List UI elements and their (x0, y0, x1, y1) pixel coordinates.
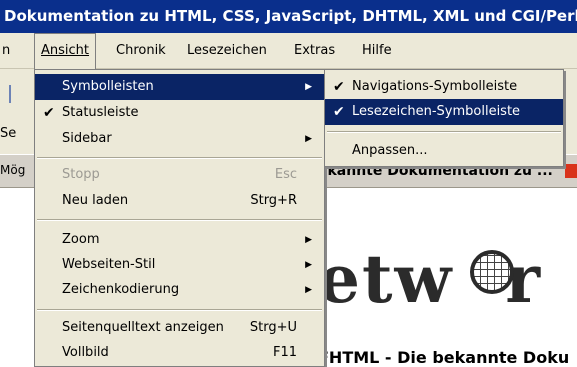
menu-item-shortcut: Esc (274, 167, 297, 182)
menu-item-zoom[interactable]: Zoom ▶ (35, 227, 324, 253)
tab-close-icon[interactable] (565, 164, 577, 178)
menu-item-label: Zoom (62, 232, 100, 247)
menu-item-stopp: Stopp Esc (35, 162, 324, 188)
menu-item-vollbild[interactable]: Vollbild F11 (35, 340, 324, 366)
menu-ansicht[interactable]: Ansicht (34, 33, 97, 69)
menu-item-label: Vollbild (62, 345, 109, 360)
menu-item-label: Zeichenkodierung (62, 282, 180, 297)
globe-logo-icon (470, 250, 514, 294)
toolbars-submenu: ✔ Navigations-Symbolleiste ✔ Lesezeichen… (324, 69, 564, 167)
submenu-item-label: Navigations-Symbolleiste (352, 79, 518, 94)
menu-separator (37, 309, 322, 311)
menu-item-webseiten-stil[interactable]: Webseiten-Stil ▶ (35, 252, 324, 278)
menu-file-fragment[interactable]: n (2, 33, 10, 69)
menu-separator (37, 219, 322, 221)
menu-item-label: Neu laden (62, 193, 129, 208)
check-icon: ✔ (333, 79, 345, 95)
menu-item-shortcut: F11 (272, 345, 297, 360)
menu-item-neu-laden[interactable]: Neu laden Strg+R (35, 188, 324, 214)
menu-item-seitenquelltext[interactable]: Seitenquelltext anzeigen Strg+U (35, 315, 324, 341)
menu-item-label: Stopp (62, 167, 100, 182)
menu-bar: n Ansicht Chronik Lesezeichen Extras Hil… (0, 33, 577, 69)
submenu-arrow-icon: ▶ (305, 82, 312, 92)
menu-lesezeichen-label: Lesezeichen (187, 43, 267, 58)
view-menu: Symbolleisten ▶ ✔ Statusleiste Sidebar ▶… (34, 69, 325, 367)
menu-extras[interactable]: Extras (294, 33, 335, 69)
logo-text: etw (318, 240, 454, 318)
menu-item-statusleiste[interactable]: ✔ Statusleiste (35, 100, 324, 126)
menu-item-symbolleisten[interactable]: Symbolleisten ▶ (35, 74, 324, 100)
menu-item-shortcut: Strg+U (249, 320, 297, 335)
tab-fragment-text[interactable]: Mög (0, 163, 25, 177)
submenu-item-anpassen[interactable]: Anpassen... (325, 138, 563, 164)
submenu-arrow-icon: ▶ (305, 134, 312, 144)
menu-ansicht-label: Ansicht (41, 43, 90, 58)
submenu-item-lesezeichen-symbolleiste[interactable]: ✔ Lesezeichen-Symbolleiste (325, 99, 563, 125)
menu-separator (37, 157, 322, 159)
menu-hilfe[interactable]: Hilfe (362, 33, 392, 69)
submenu-item-label: Anpassen... (352, 143, 428, 158)
menu-item-label: Webseiten-Stil (62, 257, 156, 272)
menu-chronik[interactable]: Chronik (116, 33, 166, 69)
window-title: Dokumentation zu HTML, CSS, JavaScript, … (0, 0, 577, 33)
sidebar-fragment-text: Se (0, 126, 17, 141)
menu-item-zeichenkodierung[interactable]: Zeichenkodierung ▶ (35, 277, 324, 303)
menu-lesezeichen[interactable]: Lesezeichen (187, 33, 267, 69)
menu-item-label: Statusleiste (62, 105, 139, 120)
menu-item-label: Sidebar (62, 131, 112, 146)
menu-extras-label: Extras (294, 43, 336, 58)
menu-item-label: Seitenquelltext anzeigen (62, 320, 224, 335)
menu-item-label: Symbolleisten (62, 79, 154, 94)
submenu-item-navigations-symbolleiste[interactable]: ✔ Navigations-Symbolleiste (325, 74, 563, 100)
menu-chronik-label: Chronik (116, 43, 166, 58)
menu-hilfe-label: Hilfe (362, 43, 392, 58)
page-heading: FHTML - Die bekannte Doku (318, 348, 570, 367)
menu-separator (327, 131, 561, 133)
toolbar-grip-icon (9, 85, 11, 103)
check-icon: ✔ (43, 105, 55, 121)
check-icon: ✔ (333, 104, 345, 120)
submenu-arrow-icon: ▶ (305, 260, 312, 270)
submenu-arrow-icon: ▶ (305, 285, 312, 295)
submenu-item-label: Lesezeichen-Symbolleiste (352, 104, 521, 119)
submenu-arrow-icon: ▶ (305, 235, 312, 245)
menu-item-sidebar[interactable]: Sidebar ▶ (35, 126, 324, 152)
menu-item-shortcut: Strg+R (250, 193, 297, 208)
